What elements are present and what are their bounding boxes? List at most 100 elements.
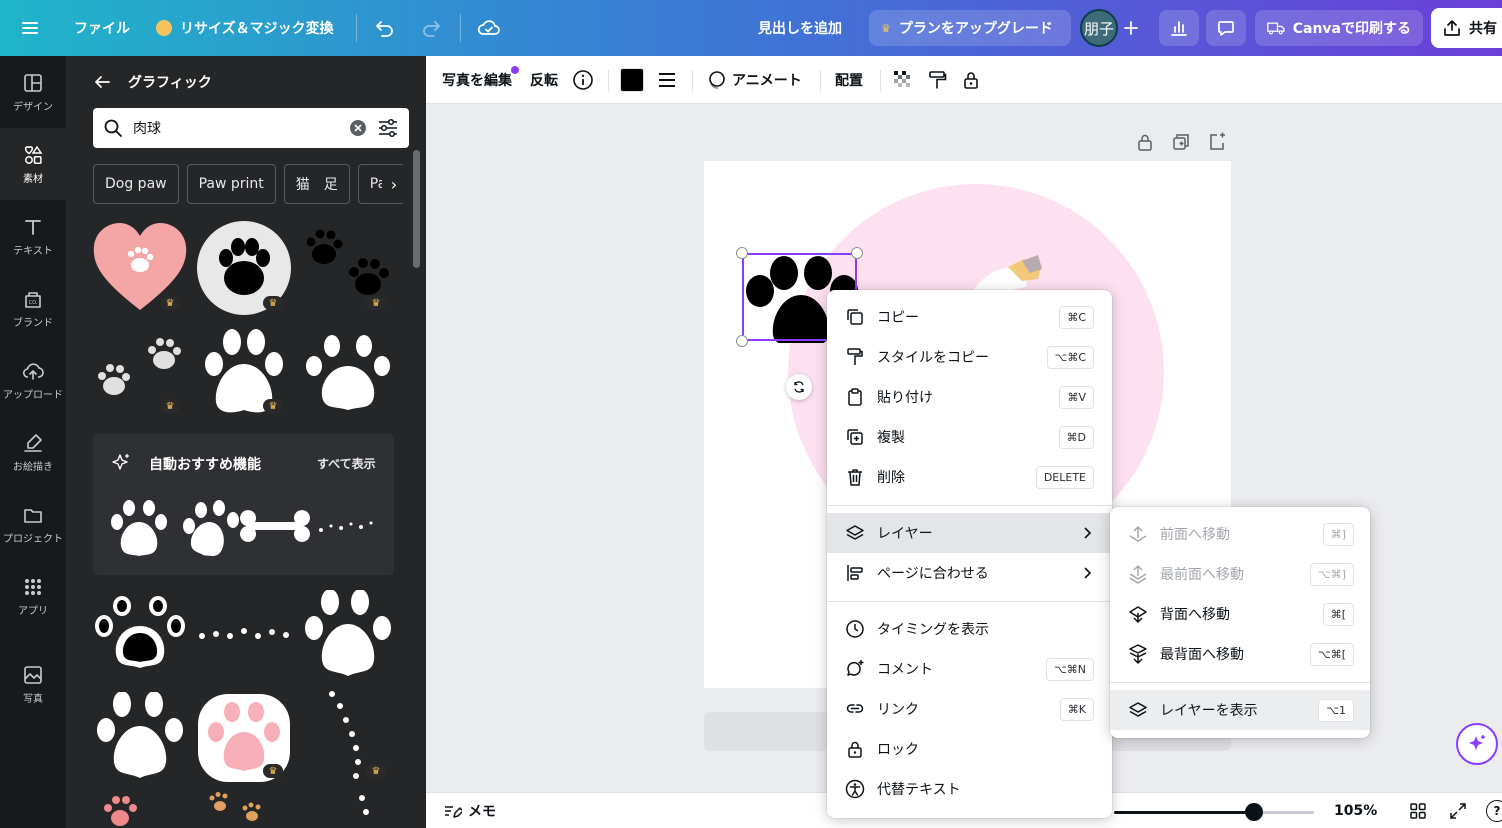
menu-item-duplicate[interactable]: 複製 ⌘D	[827, 417, 1112, 457]
upgrade-button[interactable]: ♛ プランをアップグレード	[869, 10, 1071, 46]
avatar[interactable]: 朋子	[1080, 9, 1118, 47]
menu-label: ページに合わせる	[877, 566, 989, 582]
lock-icon[interactable]	[960, 56, 982, 104]
shortcut-badge: ⌘C	[1059, 306, 1094, 329]
graphic-paw-coral[interactable]	[100, 794, 140, 828]
menu-item-alt-text[interactable]: 代替テキスト	[827, 769, 1112, 809]
rail-label: デザイン	[13, 101, 53, 113]
resize-handle[interactable]	[851, 247, 863, 259]
layers-icon	[1129, 702, 1147, 717]
search-input[interactable]	[133, 120, 339, 136]
auto-recommend-graphics[interactable]	[105, 496, 377, 562]
submenu-item-bring-to-front[interactable]: 最前面へ移動 ⌥⌘]	[1110, 554, 1370, 594]
menu-item-copy-style[interactable]: スタイルをコピー ⌥⌘C	[827, 337, 1112, 377]
divider	[460, 14, 461, 42]
redo-icon[interactable]	[420, 0, 442, 56]
menu-item-align-page[interactable]: ページに合わせる	[827, 553, 1112, 593]
file-menu[interactable]: ファイル	[74, 0, 130, 56]
submenu-item-send-backward[interactable]: 背面へ移動 ⌘[	[1110, 594, 1370, 634]
menu-item-link[interactable]: リンク ⌘K	[827, 689, 1112, 729]
add-collaborator-icon[interactable]	[1121, 0, 1141, 56]
chip-dog-paw[interactable]: Dog paw	[93, 164, 179, 204]
menu-item-timing[interactable]: タイミングを表示	[827, 609, 1112, 649]
rail-item-upload[interactable]: アップロード	[0, 344, 66, 416]
add-heading-button[interactable]: 見出しを追加	[758, 0, 842, 56]
graphic-paw-white-4[interactable]	[92, 692, 188, 784]
graphic-paw-trail-vertical[interactable]	[322, 688, 382, 828]
flip-button[interactable]: 反転	[530, 56, 558, 104]
rail-item-apps[interactable]: アプリ	[0, 560, 66, 632]
zoom-slider-thumb[interactable]	[1245, 803, 1263, 821]
magic-assistant-button[interactable]	[1456, 723, 1498, 765]
graphic-paw-outline[interactable]	[92, 596, 188, 674]
filter-icon[interactable]	[377, 118, 399, 138]
comment-icon	[847, 660, 864, 676]
paint-roller-icon[interactable]	[926, 56, 948, 104]
menu-item-comment[interactable]: コメント ⌥⌘N	[827, 649, 1112, 689]
resize-button[interactable]: リサイズ＆マジック変換	[156, 0, 334, 56]
hamburger-icon[interactable]	[20, 0, 40, 56]
rail-item-projects[interactable]: プロジェクト	[0, 488, 66, 560]
position-button[interactable]: 配置	[835, 56, 863, 104]
chips-next-icon[interactable]: ›	[382, 170, 406, 198]
chevron-right-icon	[1084, 567, 1092, 579]
shortcut-badge: ⌘D	[1058, 426, 1094, 449]
fullscreen-icon[interactable]	[1448, 801, 1468, 825]
rail-item-design[interactable]: デザイン	[0, 56, 66, 128]
text-icon	[25, 219, 41, 235]
clear-icon[interactable]	[349, 119, 367, 137]
graphic-paw-white-3[interactable]	[300, 590, 396, 682]
comment-icon[interactable]	[1206, 10, 1246, 46]
submenu-item-bring-forward[interactable]: 前面へ移動 ⌘]	[1110, 514, 1370, 554]
resize-handle[interactable]	[736, 247, 748, 259]
border-style-icon[interactable]	[656, 56, 678, 104]
info-icon[interactable]	[572, 56, 594, 104]
color-swatch[interactable]	[620, 56, 644, 104]
menu-item-lock[interactable]: ロック	[827, 729, 1112, 769]
resize-handle[interactable]	[736, 335, 748, 347]
panel-scrollbar[interactable]	[413, 150, 420, 268]
search-box[interactable]	[93, 108, 409, 148]
back-arrow-icon[interactable]	[92, 72, 112, 92]
rail-item-brand[interactable]: CO. ブランド	[0, 272, 66, 344]
share-button[interactable]: 共有	[1431, 8, 1502, 48]
page-duplicate-icon[interactable]	[1171, 132, 1191, 156]
page-lock-icon[interactable]	[1135, 132, 1155, 156]
insights-icon[interactable]	[1159, 10, 1199, 46]
rail-item-photos[interactable]: 写真	[0, 648, 66, 720]
see-all-link[interactable]: すべて表示	[317, 455, 376, 472]
submenu-item-show-layers[interactable]: レイヤーを表示 ⌥1	[1110, 690, 1370, 730]
submenu-item-send-to-back[interactable]: 最背面へ移動 ⌥⌘[	[1110, 634, 1370, 674]
zoom-level[interactable]: 105%	[1334, 793, 1377, 828]
undo-icon[interactable]	[374, 0, 396, 56]
rail-item-elements[interactable]: 素材	[0, 128, 66, 200]
animate-button[interactable]: アニメート	[706, 56, 802, 104]
transparency-icon[interactable]	[892, 56, 914, 104]
menu-item-delete[interactable]: 削除 DELETE	[827, 457, 1112, 497]
cloud-saved-icon[interactable]	[477, 0, 501, 56]
rail-item-text[interactable]: テキスト	[0, 200, 66, 272]
graphic-paw-trail[interactable]	[196, 622, 294, 646]
photo-icon	[24, 665, 42, 684]
chip-cat-foot[interactable]: 猫 足	[283, 164, 350, 204]
menu-item-layer[interactable]: レイヤー	[827, 513, 1112, 553]
resize-label: リサイズ＆マジック変換	[180, 21, 334, 37]
print-button[interactable]: Canvaで印刷する	[1255, 10, 1423, 46]
help-icon[interactable]: ?	[1486, 800, 1502, 822]
menu-label: 代替テキスト	[877, 782, 961, 798]
edit-photo-button[interactable]: 写真を編集	[442, 56, 512, 104]
rail-label: お絵描き	[13, 461, 53, 473]
grid-view-icon[interactable]	[1408, 801, 1428, 825]
graphic-paw-white-2[interactable]	[300, 332, 396, 414]
menu-item-copy[interactable]: コピー ⌘C	[827, 297, 1112, 337]
bring-forward-icon	[1129, 526, 1147, 542]
shortcut-badge: ⌘]	[1322, 523, 1354, 546]
graphic-paw-orange[interactable]	[204, 792, 264, 826]
page-add-icon[interactable]	[1207, 132, 1227, 156]
rotate-icon[interactable]	[786, 374, 812, 400]
rail-item-draw[interactable]: お絵描き	[0, 416, 66, 488]
chip-paw-print[interactable]: Paw print	[186, 164, 276, 204]
notes-button[interactable]: メモ	[442, 793, 496, 828]
menu-item-paste[interactable]: 貼り付け ⌘V	[827, 377, 1112, 417]
menu-divider	[1110, 682, 1370, 683]
